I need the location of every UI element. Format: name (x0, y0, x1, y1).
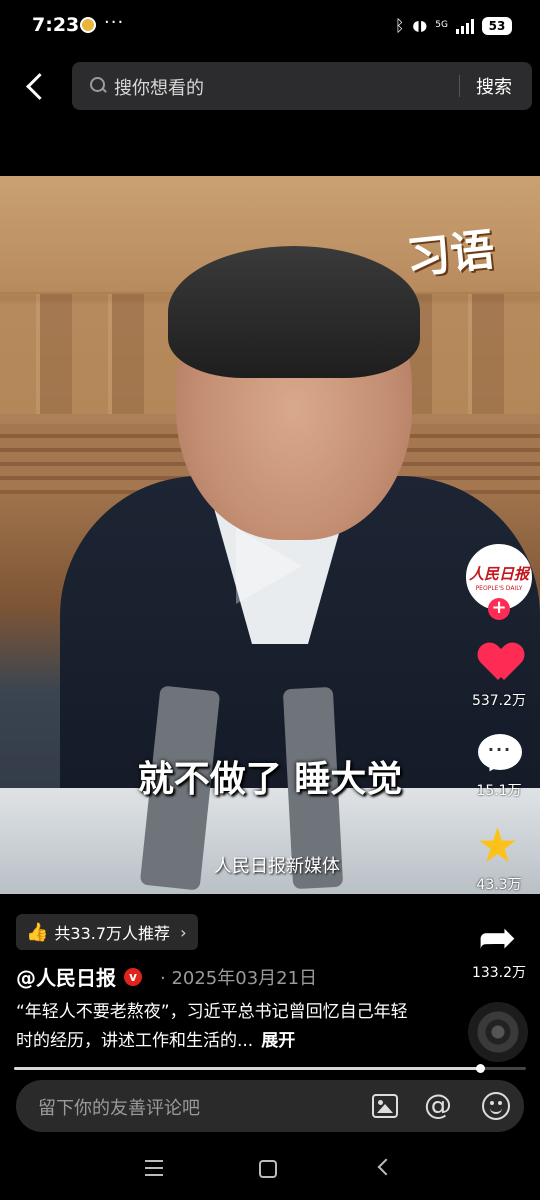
emoji-icon[interactable] (482, 1092, 510, 1120)
notification-emoji-icon (80, 17, 96, 33)
home-icon[interactable] (259, 1160, 277, 1178)
status-time: 7:23 (32, 14, 80, 36)
recommend-badge[interactable]: 👍 共33.7万人推荐 › (16, 914, 199, 950)
progress-fill (14, 1067, 480, 1070)
expand-caption-link[interactable]: 展开 (261, 1031, 295, 1051)
image-icon[interactable] (372, 1094, 398, 1118)
search-button[interactable]: 搜索 (476, 73, 512, 99)
comment-input[interactable]: 留下你的友善评论吧 (38, 1094, 200, 1120)
search-input[interactable]: 搜你想看的 (114, 74, 204, 100)
post-date: · 2025年03月21日 (160, 967, 318, 989)
music-disc-icon[interactable] (468, 1002, 528, 1062)
author-row: @人民日报 v · 2025年03月21日 (16, 962, 317, 991)
signal-icon (456, 18, 474, 34)
search-icon (90, 77, 106, 93)
status-icons: ᛒ ◖◗ 5G 53 (395, 16, 512, 35)
back-button[interactable] (20, 66, 48, 106)
play-icon[interactable] (236, 528, 302, 604)
caption-text: “年轻人不要老熬夜”，习近平总书记曾回忆自己年轻时的经历，讲述工作和生活的... (16, 1002, 408, 1051)
battery-icon: 53 (482, 16, 512, 35)
share-arrow-icon[interactable]: ➦ (478, 914, 517, 960)
bluetooth-icon: ᛒ (394, 16, 405, 35)
search-divider (459, 75, 460, 97)
status-bar: 7:23 ··· ᛒ ◖◗ 5G 53 (0, 0, 540, 54)
recent-apps-icon[interactable] (145, 1160, 163, 1176)
progress-scrubber[interactable] (475, 1064, 485, 1073)
verified-badge-icon: v (124, 967, 142, 986)
more-notifications-icon: ··· (104, 12, 125, 33)
like-heart-icon[interactable] (480, 644, 522, 686)
comment-count: 15.1万 (476, 783, 522, 799)
follow-button[interactable]: + (488, 598, 510, 620)
like-count: 537.2万 (471, 693, 527, 709)
video-watermark: 人民日报新媒体 (214, 856, 340, 877)
speaker-hair (168, 246, 420, 378)
earbuds-icon: ◖◗ (412, 17, 428, 34)
share-count: 133.2万 (471, 965, 527, 981)
search-bar[interactable]: 搜你想看的 搜索 (72, 62, 532, 110)
chevron-right-icon: › (180, 922, 187, 942)
avatar-logo-subtext: PEOPLE'S DAILY (475, 584, 523, 592)
mention-at-icon[interactable]: @ (424, 1088, 452, 1121)
video-caption[interactable]: “年轻人不要老熬夜”，习近平总书记曾回忆自己年轻时的经历，讲述工作和生活的...… (16, 998, 416, 1056)
recommend-label: 共33.7万人推荐 (54, 924, 171, 943)
network-type-label: 5G (435, 20, 448, 30)
comment-input-bar[interactable]: 留下你的友善评论吧 @ (16, 1080, 524, 1132)
author-name[interactable]: @人民日报 (16, 962, 116, 991)
thumbs-up-icon: 👍 (26, 921, 49, 943)
system-back-icon[interactable] (377, 1158, 395, 1176)
avatar-logo-text: 人民日报 (468, 564, 529, 583)
system-nav-bar (0, 1140, 540, 1200)
video-progress-bar[interactable] (14, 1064, 526, 1073)
brand-calligraphy: 习语 (404, 224, 497, 285)
comment-bubble-icon[interactable]: ··· (478, 734, 522, 770)
favorite-count: 43.3万 (476, 877, 522, 893)
favorite-star-icon[interactable]: ★ (476, 822, 519, 870)
